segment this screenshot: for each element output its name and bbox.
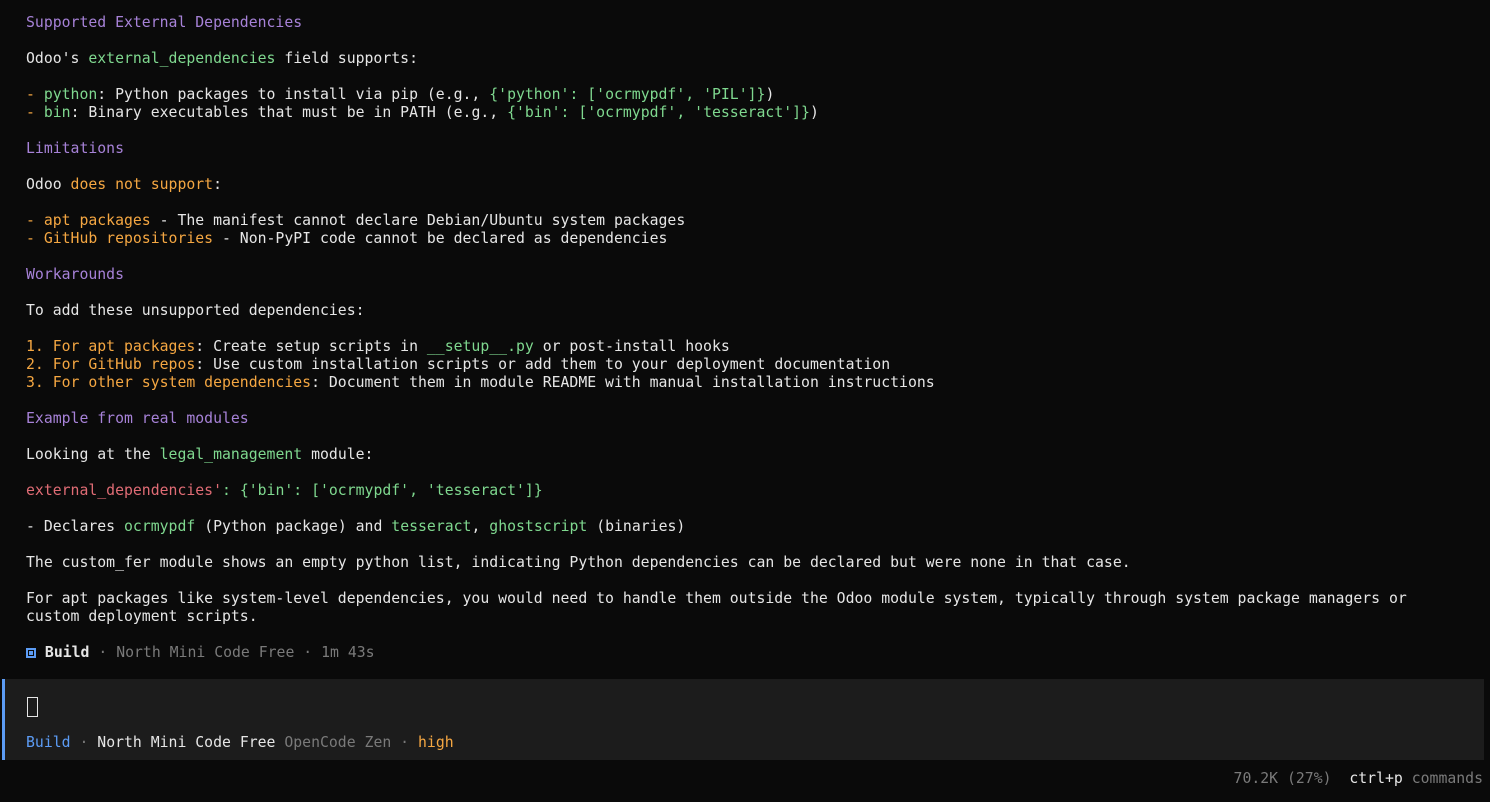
heading-supported-dependencies: Supported External Dependencies — [26, 14, 303, 31]
build-status-label: Build — [44, 644, 90, 661]
provider-label: OpenCode Zen — [275, 734, 392, 751]
heading-limitations: Limitations — [26, 140, 124, 157]
text-cursor — [27, 697, 38, 717]
prompt-input[interactable]: Build · North Mini Code Free OpenCode Ze… — [2, 679, 1484, 760]
shortcut-key: ctrl+p — [1349, 770, 1403, 787]
custom-fer-note: The custom_fer module shows an empty pyt… — [26, 554, 1131, 571]
limitations-intro: Odoo does not support: — [26, 176, 223, 193]
heading-example: Example from real modules — [26, 410, 249, 427]
build-status: Build · North Mini Code Free · 1m 43s — [26, 644, 375, 662]
example-code: external_dependencies': {'bin': ['ocrmyp… — [26, 482, 543, 499]
heading-workarounds: Workarounds — [26, 266, 124, 283]
apt-note-line-1: For apt packages like system-level depen… — [26, 590, 1407, 607]
workarounds-intro: To add these unsupported dependencies: — [26, 302, 365, 319]
square-icon — [26, 648, 36, 658]
field-name: external_dependencies — [88, 50, 276, 67]
build-status-model: North Mini Code Free — [116, 644, 295, 661]
declares-line: - Declares ocrmypdf (Python package) and… — [26, 518, 686, 535]
prompt-status-line: Build · North Mini Code Free OpenCode Ze… — [26, 734, 454, 751]
list-item-github-repositories: - GitHub repositories - Non-PyPI code ca… — [26, 230, 668, 247]
mode-selector[interactable]: Build — [26, 734, 71, 751]
list-item-python: - python: Python packages to install via… — [26, 86, 775, 103]
effort-selector[interactable]: high — [418, 734, 454, 751]
intro-line: Odoo's external_dependencies field suppo… — [26, 50, 418, 67]
build-status-time: 1m 43s — [321, 644, 375, 661]
example-intro: Looking at the legal_management module: — [26, 446, 374, 463]
list-item-bin: - bin: Binary executables that must be i… — [26, 104, 819, 121]
commands-label[interactable]: commands — [1403, 770, 1483, 787]
apt-note-line-2: custom deployment scripts. — [26, 608, 258, 625]
token-usage: 70.2K (27%) — [1233, 770, 1332, 787]
list-item-apt-packages: - apt packages - The manifest cannot dec… — [26, 212, 686, 229]
footer-bar: 70.2K (27%) ctrl+p commands — [1234, 770, 1483, 788]
workaround-item-3: 3. For other system dependencies: Docume… — [26, 374, 935, 391]
model-selector[interactable]: North Mini Code Free — [97, 734, 275, 751]
workaround-item-1: 1. For apt packages: Create setup script… — [26, 338, 730, 355]
workaround-item-2: 2. For GitHub repos: Use custom installa… — [26, 356, 891, 373]
